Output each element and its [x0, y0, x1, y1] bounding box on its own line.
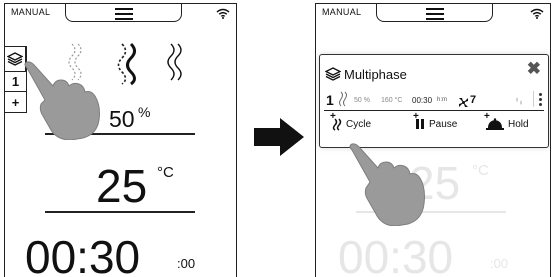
background-temperature-unit: °C [472, 162, 489, 179]
menu-icon[interactable] [114, 8, 133, 23]
temperature-unit: °C [157, 164, 174, 181]
top-bar: MANUAL [316, 4, 550, 26]
plus-icon: + [484, 111, 490, 122]
combi-mode-icon[interactable] [113, 42, 141, 91]
wifi-icon [530, 6, 544, 24]
wifi-icon [216, 6, 230, 24]
add-hold-button[interactable]: + Hold [484, 111, 529, 130]
fan-icon [458, 95, 469, 113]
phase-time: 00:30 [412, 96, 433, 105]
phase-humidity: 50 % [354, 97, 370, 104]
menu-tab[interactable] [65, 4, 182, 22]
phase-time-unit: h:m [437, 97, 448, 103]
phase-fan-speed: 7 [470, 94, 477, 106]
top-bar: MANUAL [5, 4, 236, 26]
pointing-hand-icon [349, 143, 425, 226]
mode-label: MANUAL [11, 7, 51, 17]
plus-icon: + [330, 111, 336, 122]
phase-temperature: 160 °C [381, 97, 403, 104]
background-time: 00:30 [338, 231, 454, 277]
cycle-label: Cycle [346, 119, 372, 130]
pointing-hand-icon [24, 61, 100, 140]
menu-icon[interactable] [425, 8, 444, 23]
plus-icon: + [413, 111, 419, 122]
convection-mode-icon[interactable] [163, 42, 187, 87]
menu-tab[interactable] [376, 4, 493, 22]
multiphase-dialog: Multiphase ✖ 1 50 % 160 °C 00:30 h:m 7 + [319, 54, 549, 148]
close-icon[interactable]: ✖ [527, 59, 541, 79]
phase-number: 1 [326, 92, 334, 108]
screen-before: MANUAL 1 + 50 % 25 °C 00:30 :00 [4, 3, 237, 277]
add-cycle-button[interactable]: + Cycle [330, 111, 372, 131]
arrow-right-icon [254, 118, 304, 156]
more-options-icon[interactable] [539, 93, 542, 108]
time-seconds: :00 [177, 256, 196, 271]
mode-label: MANUAL [322, 7, 362, 17]
layers-icon [324, 67, 342, 86]
humidity-unit: % [138, 104, 151, 120]
hold-label: Hold [508, 118, 529, 130]
time-value[interactable]: 00:30 [25, 230, 140, 277]
divider [45, 211, 195, 213]
add-pause-button[interactable]: + Pause [413, 111, 458, 130]
temperature-value[interactable]: 25 [96, 159, 147, 213]
pause-label: Pause [429, 118, 458, 130]
combi-mode-icon [338, 91, 348, 112]
drops-icon [514, 94, 524, 112]
divider [533, 91, 534, 107]
background-time-seconds: :00 [490, 256, 509, 271]
phase-row[interactable]: 1 50 % 160 °C 00:30 h:m 7 [324, 91, 544, 111]
dialog-title: Multiphase [344, 67, 407, 82]
screen-after: MANUAL 25 °C 00:30 :00 Multiphase ✖ 1 50… [315, 3, 551, 277]
